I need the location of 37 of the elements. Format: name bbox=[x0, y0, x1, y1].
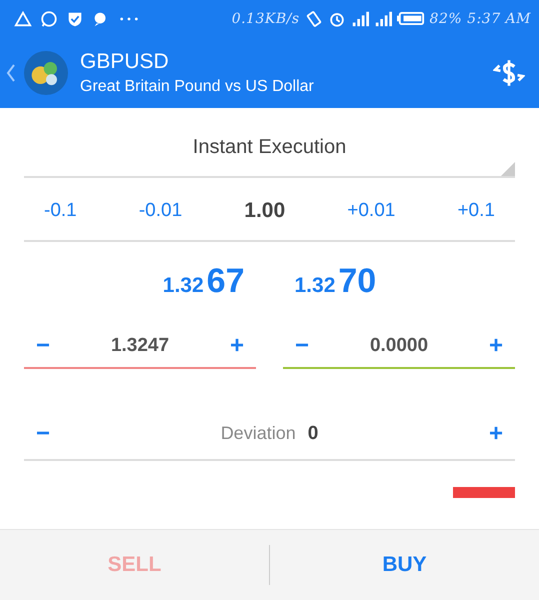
volume-value: 1.00 bbox=[244, 199, 286, 223]
app-logo-icon bbox=[24, 50, 68, 94]
price-level-field[interactable]: − 0.0000 + bbox=[283, 325, 515, 369]
rotate-icon bbox=[304, 10, 323, 28]
increase-button[interactable]: + bbox=[484, 420, 507, 448]
chat-icon bbox=[40, 10, 58, 28]
network-speed: 0.13KB/s bbox=[232, 10, 300, 26]
price-prefix: 1.32 bbox=[162, 274, 204, 298]
back-icon bbox=[6, 62, 16, 82]
volume-step-button[interactable]: +0.1 bbox=[457, 200, 495, 222]
deviation-value: 0 bbox=[308, 423, 318, 445]
signal-icon bbox=[350, 10, 369, 28]
symbol-title: GBPUSD bbox=[80, 50, 170, 74]
warning-icon bbox=[14, 10, 32, 28]
volume-step-button[interactable]: +0.01 bbox=[347, 200, 396, 222]
order-type-dropdown[interactable]: Instant Execution bbox=[24, 136, 515, 178]
increase-button[interactable]: + bbox=[484, 332, 507, 360]
decrease-button[interactable]: − bbox=[32, 420, 54, 448]
dropdown-corner-icon bbox=[501, 162, 515, 176]
signal-icon bbox=[374, 10, 392, 28]
more-icon bbox=[118, 14, 140, 22]
volume-step-button[interactable]: -0.01 bbox=[138, 200, 182, 222]
price-prefix: 1.32 bbox=[294, 274, 336, 298]
price-pips: 67 bbox=[206, 262, 244, 301]
decrease-button[interactable]: − bbox=[32, 332, 54, 360]
price-level-field[interactable]: − 1.3247 + bbox=[24, 325, 256, 369]
buy-button[interactable]: BUY bbox=[270, 530, 539, 600]
volume-step-button[interactable]: -0.1 bbox=[44, 200, 77, 222]
symbol-description: Great Britain Pound vs US Dollar bbox=[80, 78, 315, 96]
decrease-button[interactable]: − bbox=[291, 332, 314, 360]
clock: 5:37 AM bbox=[467, 10, 531, 26]
price-pips: 70 bbox=[338, 262, 376, 301]
increase-button[interactable]: + bbox=[226, 332, 248, 360]
deviation-label: Deviation bbox=[220, 423, 296, 444]
shield-icon bbox=[66, 10, 84, 28]
battery-icon bbox=[396, 11, 425, 26]
battery-level: 82% bbox=[430, 10, 462, 26]
